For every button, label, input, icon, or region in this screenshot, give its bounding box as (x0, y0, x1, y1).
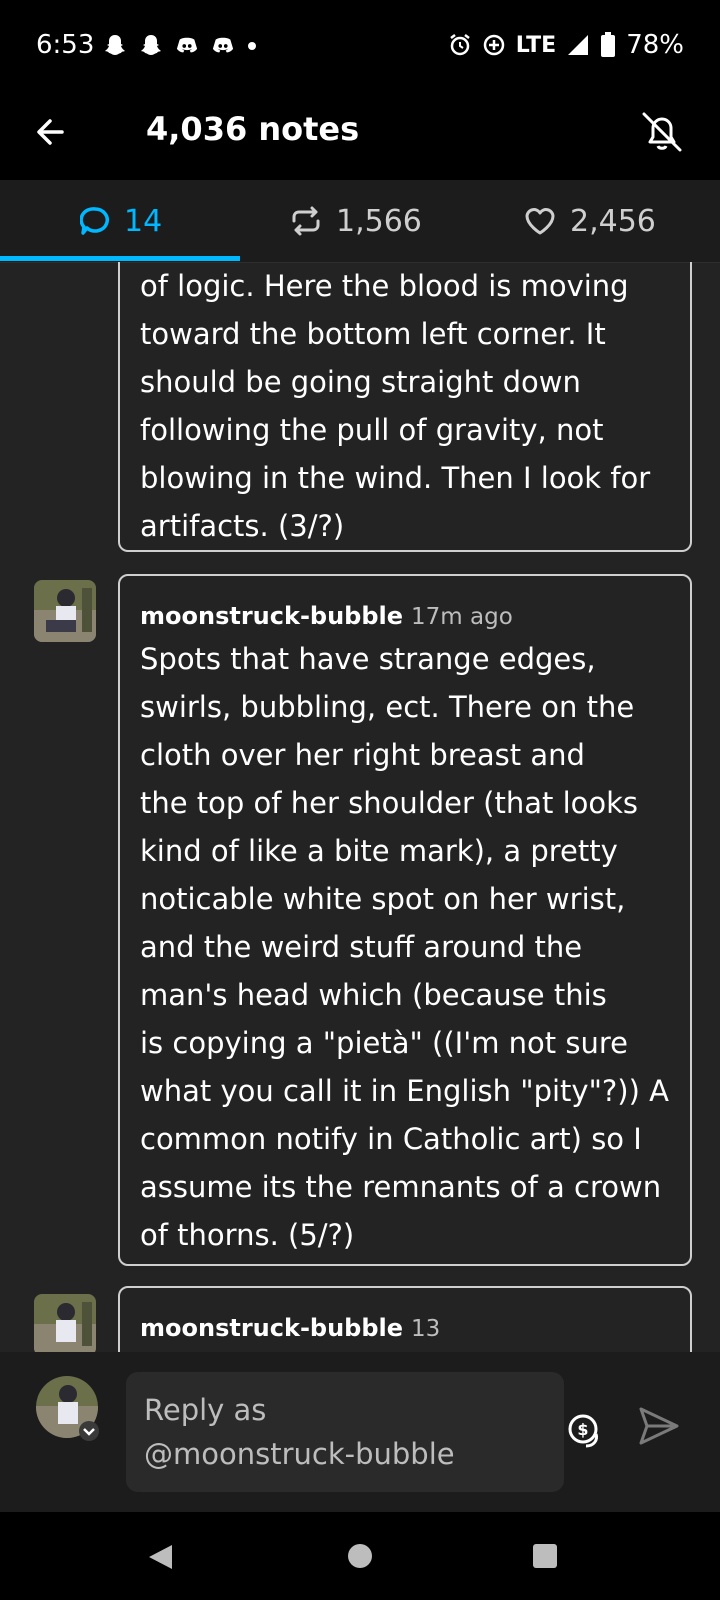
note-line: man's head which (because this (140, 978, 607, 1012)
nav-recents-icon[interactable] (532, 1543, 558, 1569)
note-line: kind of like a bite mark), a pretty (140, 834, 618, 868)
note-line: should be going straight down (140, 365, 581, 399)
signal-icon (568, 35, 589, 55)
tab-replies-count: 14 (124, 203, 163, 239)
note-username[interactable]: moonstruck-bubble (140, 1314, 403, 1342)
note-text: of logic. Here the blood is moving towar… (140, 262, 670, 550)
chevron-down-icon[interactable] (78, 1420, 100, 1442)
reblog-icon (292, 206, 320, 236)
notes-tabs: 14 1,566 2,456 (0, 180, 720, 263)
back-arrow-icon[interactable] (32, 112, 72, 152)
tab-reblogs-count: 1,566 (336, 203, 422, 239)
reply-bar: Reply as @moonstruck-bubble $ (0, 1352, 720, 1512)
tab-reblogs[interactable]: 1,566 (290, 200, 422, 242)
avatar-image (34, 580, 96, 642)
note-header: moonstruck-bubble 13 (140, 1308, 670, 1347)
data-saver-icon (483, 34, 505, 56)
reply-placeholder-line1: Reply as (144, 1393, 267, 1427)
page-title: 4,036 notes (146, 110, 360, 148)
note-line: of logic. Here the blood is moving (140, 269, 629, 303)
notes-list[interactable]: of logic. Here the blood is moving towar… (0, 262, 720, 1352)
battery-icon (601, 32, 616, 57)
notification-icons (104, 34, 256, 58)
dot-icon (248, 42, 256, 50)
tab-likes[interactable]: 2,456 (524, 200, 656, 242)
avatar-image (34, 1294, 96, 1352)
header: 4,036 notes (0, 92, 720, 180)
note-card: moonstruck-bubble 17m ago Spots that have… (118, 574, 692, 1266)
status-right: LTE 78% (448, 30, 684, 60)
send-icon[interactable] (638, 1406, 680, 1446)
note-line: toward the bottom left corner. It (140, 317, 606, 351)
snapchat-icon (141, 35, 161, 55)
battery-level: 78% (626, 30, 684, 60)
note-line: artifacts. (3/?) (140, 509, 345, 543)
discord-icon (176, 37, 198, 53)
tab-replies[interactable]: 14 (80, 200, 162, 242)
note-line: is copying a "pietà" ((I'm not sure (140, 1026, 628, 1060)
status-time: 6:53 (36, 30, 95, 60)
note-text: Spots that have strange edges, swirls, b… (140, 635, 670, 1259)
note-timestamp: 13 (411, 1316, 441, 1342)
note-username[interactable]: moonstruck-bubble (140, 602, 403, 630)
reply-placeholder-line2: @moonstruck-bubble (144, 1437, 455, 1471)
nav-home-icon[interactable] (346, 1542, 374, 1570)
tab-likes-count: 2,456 (570, 203, 656, 239)
comment-icon (80, 207, 109, 235)
nav-back-icon[interactable] (146, 1542, 176, 1572)
note-line: cloth over her right breast and (140, 738, 585, 772)
discord-icon (212, 37, 234, 53)
system-nav-bar (0, 1512, 720, 1600)
avatar[interactable] (34, 580, 96, 642)
alarm-icon (450, 34, 470, 56)
svg-text:$: $ (577, 1420, 588, 1439)
heart-icon (525, 208, 555, 235)
note-line: noticable white spot on her wrist, (140, 882, 626, 916)
active-tab-indicator (0, 256, 240, 261)
note-line: the top of her shoulder (that looks (140, 786, 639, 820)
note-line: following the pull of gravity, not (140, 413, 604, 447)
note-card: moonstruck-bubble 13 (118, 1286, 692, 1352)
note-line: what you call it in English "pity"?)) A (140, 1074, 669, 1108)
tip-dollar-icon[interactable]: $ (566, 1412, 604, 1450)
note-card: of logic. Here the blood is moving towar… (118, 262, 692, 552)
snapchat-icon (105, 35, 125, 55)
note-line: Spots that have strange edges, (140, 642, 596, 676)
note-header: moonstruck-bubble 17m ago (140, 596, 670, 635)
reply-input[interactable]: Reply as @moonstruck-bubble (126, 1372, 564, 1492)
status-bar: 6:53 LTE 78% (0, 0, 720, 92)
note-line: assume its the remnants of a crown (140, 1170, 662, 1204)
network-label: LTE (515, 32, 557, 58)
mute-bell-icon[interactable] (638, 108, 686, 156)
note-line: of thorns. (5/?) (140, 1218, 355, 1252)
note-line: swirls, bubbling, ect. There on the (140, 690, 635, 724)
note-line: blowing in the wind. Then I look for (140, 461, 651, 495)
note-line: and the weird stuff around the (140, 930, 583, 964)
note-timestamp: 17m ago (411, 604, 513, 630)
note-line: common notify in Catholic art) so I (140, 1122, 642, 1156)
avatar[interactable] (34, 1294, 96, 1352)
